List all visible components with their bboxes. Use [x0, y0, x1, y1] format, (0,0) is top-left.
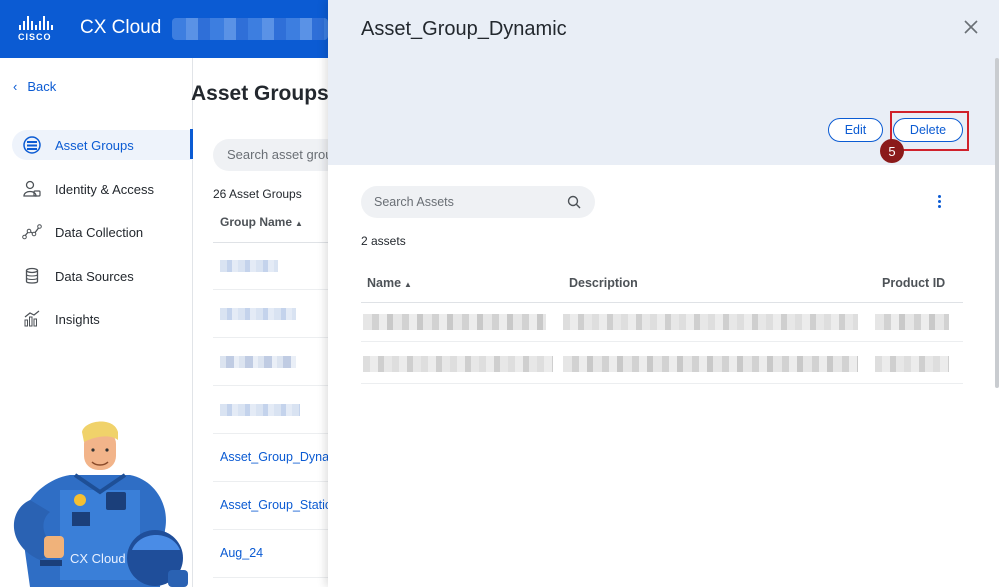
column-header-label: Name	[367, 276, 402, 290]
chevron-left-icon: ‹	[13, 79, 18, 94]
sidebar-item-label: Insights	[55, 311, 100, 327]
redacted-text	[875, 314, 949, 330]
edit-button[interactable]: Edit	[828, 118, 883, 142]
column-header-description[interactable]: Description	[569, 276, 638, 290]
data-collection-icon	[22, 222, 42, 242]
step-number-badge: 5	[880, 139, 904, 163]
column-header-label: Group Name	[220, 215, 293, 229]
asset-groups-icon	[22, 135, 42, 155]
search-assets-input[interactable]: Search Assets	[361, 186, 595, 218]
sidebar-item-data-collection[interactable]: Data Collection	[12, 217, 193, 247]
identity-access-icon	[22, 179, 42, 199]
more-options-icon[interactable]	[931, 193, 947, 211]
back-label: Back	[27, 79, 57, 94]
sidebar-item-identity-access[interactable]: Identity & Access	[12, 174, 193, 204]
table-row[interactable]	[213, 242, 328, 290]
redacted-text	[220, 404, 300, 416]
panel-title: Asset_Group_Dynamic	[361, 18, 567, 40]
data-sources-icon	[22, 266, 42, 286]
search-assets-placeholder: Search Assets	[374, 195, 454, 209]
redacted-text	[220, 308, 296, 320]
column-header-name[interactable]: Name ▲	[367, 276, 412, 290]
table-row[interactable]: Aug_24	[213, 530, 328, 578]
sidebar-item-insights[interactable]: Insights	[12, 304, 193, 334]
sidebar-item-label: Data Collection	[55, 224, 144, 240]
group-link[interactable]: Aug_24	[220, 546, 263, 560]
column-header-product-id[interactable]: Product ID	[882, 276, 945, 290]
search-icon[interactable]	[567, 195, 581, 209]
table-row[interactable]: Asset_Group_Static	[213, 482, 331, 530]
redacted-text	[363, 314, 546, 330]
page-title: Asset Groups	[191, 82, 329, 105]
redacted-text	[875, 356, 949, 372]
sort-ascending-icon: ▲	[295, 219, 303, 228]
sidebar-item-label: Identity & Access	[55, 181, 154, 197]
table-row[interactable]	[361, 302, 963, 342]
close-icon[interactable]	[961, 17, 981, 37]
redacted-text	[563, 356, 858, 372]
redacted-text	[563, 314, 858, 330]
redacted-text	[220, 356, 296, 368]
sidebar-item-label: Data Sources	[55, 268, 134, 284]
mascot-illustration: CX Cloud	[0, 420, 200, 587]
redacted-text	[363, 356, 553, 372]
scrollbar[interactable]	[995, 58, 999, 388]
back-link[interactable]: ‹ Back	[13, 79, 56, 94]
table-row[interactable]	[213, 386, 328, 434]
sidebar-item-label: Asset Groups	[55, 137, 134, 153]
app-title: CX Cloud	[80, 17, 162, 38]
cisco-logo[interactable]: CISCO	[18, 16, 64, 42]
redacted-header-field	[172, 18, 328, 40]
mascot-badge-text: CX Cloud	[70, 551, 126, 566]
group-link[interactable]: Asset_Group_Static	[220, 498, 331, 512]
asset-group-count: 26 Asset Groups	[213, 187, 302, 201]
sidebar-item-asset-groups[interactable]: Asset Groups	[12, 129, 193, 160]
asset-group-detail-panel: Asset_Group_Dynamic Edit Delete 5 Search…	[328, 0, 999, 587]
table-row[interactable]	[361, 344, 963, 384]
table-row[interactable]	[213, 290, 328, 338]
sort-ascending-icon: ▲	[404, 280, 412, 289]
insights-icon	[22, 309, 42, 329]
cisco-wordmark: CISCO	[18, 32, 52, 42]
sidebar-item-data-sources[interactable]: Data Sources	[12, 261, 193, 291]
table-row[interactable]: Asset_Group_Dynamic	[213, 434, 349, 482]
column-header-group-name[interactable]: Group Name ▲	[220, 215, 303, 229]
asset-count: 2 assets	[361, 234, 406, 248]
redacted-text	[220, 260, 278, 272]
table-row[interactable]	[213, 338, 328, 386]
cisco-bars-icon	[19, 16, 64, 30]
asset-group-search-input[interactable]: Search asset groups	[213, 139, 343, 171]
